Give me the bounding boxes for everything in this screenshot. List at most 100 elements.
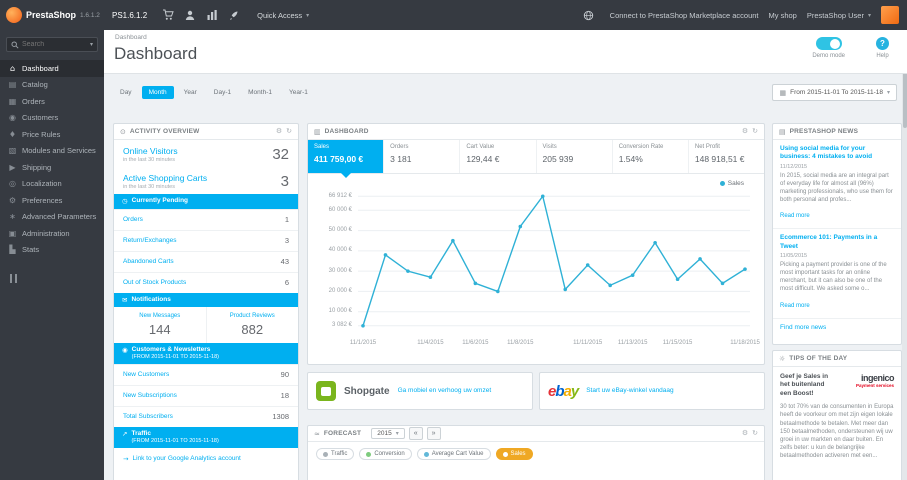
sidebar-item-modules[interactable]: ▧ Modules and Services (0, 143, 104, 160)
kpi-visits[interactable]: Visits 205 939 (535, 140, 612, 173)
sidebar-item-localization[interactable]: ◎ Localization (0, 176, 104, 193)
sidebar-item-stats[interactable]: ▙ Stats (0, 242, 104, 259)
news-article[interactable]: Using social media for your business: 4 … (773, 140, 901, 230)
panel-refresh-icon[interactable]: ↻ (752, 430, 758, 437)
panel-settings-icon[interactable]: ⚙ (742, 128, 748, 135)
kpi-value: 205 939 (542, 154, 574, 164)
google-analytics-link[interactable]: → Link to your Google Analytics account (114, 448, 298, 470)
stats-icon[interactable] (204, 7, 220, 23)
brand-home-link[interactable]: PrestaShop 1.6.1.2 (0, 7, 104, 23)
product-reviews-stat[interactable]: Product Reviews 882 (205, 306, 299, 343)
legend-dot-icon (423, 451, 429, 457)
user-menu[interactable]: PrestaShop User ▾ (807, 11, 871, 20)
panel-settings-icon[interactable]: ⚙ (276, 128, 282, 135)
kpi-orders[interactable]: Orders 3 181 (383, 140, 459, 173)
x-tick-label: 11/11/2015 (573, 340, 603, 346)
localization-icon: ◎ (9, 179, 16, 189)
legend-toggle-sales[interactable]: Sales (495, 448, 533, 460)
read-more-link[interactable]: Read more (780, 303, 810, 309)
next-year-button[interactable]: » (426, 427, 441, 440)
advanced-parameters-icon: ∗ (9, 212, 16, 222)
legend-toggle-average-cart-value[interactable]: Average Cart Value (416, 448, 491, 460)
quick-access-menu[interactable]: Quick Access ▾ (257, 11, 309, 20)
cart-icon[interactable] (160, 7, 176, 23)
legend-toggle-conversion[interactable]: Conversion (359, 448, 412, 460)
read-more-link[interactable]: Read more (780, 213, 810, 219)
x-tick-label: 11/13/2015 (617, 340, 648, 346)
sidebar-item-label: Stats (22, 245, 40, 255)
sidebar-item-label: Advanced Parameters (22, 212, 97, 222)
filter-tab-month-1[interactable]: Month-1 (241, 86, 279, 99)
article-excerpt: Picking a payment provider is one of the… (780, 262, 887, 293)
shopgate-promo-link[interactable]: Ga mobiel en verhoog uw omzet (398, 387, 492, 395)
filter-tab-day-1[interactable]: Day-1 (207, 86, 238, 99)
filter-tab-year-1[interactable]: Year-1 (282, 86, 315, 99)
sidebar-item-price-rules[interactable]: ♦ Price Rules (0, 126, 104, 143)
sidebar-item-advanced-parameters[interactable]: ∗ Advanced Parameters (0, 209, 104, 226)
marketplace-link[interactable]: Connect to PrestaShop Marketplace accoun… (610, 11, 759, 20)
help-icon[interactable]: ? (876, 37, 889, 50)
article-title[interactable]: Ecommerce 101: Payments in a Tweet (780, 234, 894, 251)
date-range-picker[interactable]: ▦ From 2015-11-01 To 2015-11-18 ▾ (772, 84, 897, 101)
sidebar-item-dashboard[interactable]: ⌂ Dashboard (0, 60, 104, 77)
customers-row-new-subscriptions[interactable]: New Subscriptions 18 (114, 384, 298, 406)
customers-row-total-subscribers[interactable]: Total Subscribers 1308 (114, 405, 298, 427)
pending-row-orders[interactable]: Orders 1 (114, 208, 298, 230)
pending-row-returns[interactable]: Return/Exchanges 3 (114, 229, 298, 251)
panel-refresh-icon[interactable]: ↻ (286, 128, 292, 135)
article-title[interactable]: Using social media for your business: 4 … (780, 145, 894, 162)
panel-refresh-icon[interactable]: ↻ (752, 128, 758, 135)
ebay-promo-link[interactable]: Start uw eBay-winkel vandaag (586, 387, 673, 395)
kpi-conversion-rate[interactable]: Conversion Rate 1.54% (611, 140, 688, 173)
quick-access-label: Quick Access (257, 10, 303, 20)
demo-mode-toggle[interactable] (815, 37, 842, 50)
kpi-cart-value[interactable]: Cart Value 129,44 € (459, 140, 535, 173)
pending-row-abandoned-carts[interactable]: Abandoned Carts 43 (114, 250, 298, 272)
legend-toggle-traffic[interactable]: Traffic (316, 448, 355, 460)
sidebar-collapse-button[interactable] (10, 272, 24, 284)
kpi-value: 148 918,51 € (694, 154, 745, 164)
home-icon: ⌂ (9, 63, 16, 73)
sidebar-item-preferences[interactable]: ⚙ Preferences (0, 192, 104, 209)
panel-settings-icon[interactable]: ⚙ (742, 430, 748, 437)
my-shop-link[interactable]: My shop (769, 11, 797, 20)
kpi-net-profit[interactable]: Net Profit 148 918,51 € (687, 140, 764, 173)
forecast-legend: Traffic Conversion Average Cart Value Sa… (308, 442, 764, 466)
legend-dot-icon (366, 451, 372, 457)
sidebar-item-catalog[interactable]: ▤ Catalog (0, 77, 104, 94)
dashboard-panel: ▥ DASHBOARD ⚙ ↻ Sales 411 759,00 € Orders… (307, 123, 765, 365)
page-scrollbar[interactable] (902, 30, 907, 480)
sidebar-item-customers[interactable]: ◉ Customers (0, 110, 104, 127)
pending-row-out-of-stock[interactable]: Out of Stock Products 6 (114, 271, 298, 293)
prestashop-logo (6, 7, 22, 23)
new-messages-stat[interactable]: New Messages 144 (114, 307, 206, 343)
prev-year-button[interactable]: « (408, 427, 423, 440)
rocket-icon[interactable] (226, 7, 242, 23)
sidebar-search[interactable]: ▾ (6, 37, 98, 52)
online-visitors-stat[interactable]: Online Visitors in the last 30 minutes 3… (114, 140, 298, 167)
traffic-icon: ↗ (122, 429, 128, 438)
avatar[interactable] (881, 6, 899, 24)
sidebar-item-shipping[interactable]: ▶ Shipping (0, 159, 104, 176)
row-value: 1 (284, 215, 289, 224)
kpi-sales[interactable]: Sales 411 759,00 € (308, 140, 384, 178)
customers-row-new-customers[interactable]: New Customers 90 (114, 363, 298, 385)
caret-down-icon: ▾ (395, 430, 399, 437)
filter-tab-day[interactable]: Day (113, 86, 139, 99)
shopgate-promo[interactable]: Shopgate Ga mobiel en verhoog uw omzet (307, 372, 533, 410)
news-article[interactable]: Ecommerce 101: Payments in a Tweet 11/05… (773, 229, 901, 319)
stat-value: 32 (272, 146, 289, 163)
year-select[interactable]: 2015 ▾ (371, 428, 405, 439)
y-tick-label: 20 000 € (328, 287, 352, 294)
active-carts-stat[interactable]: Active Shopping Carts in the last 30 min… (114, 167, 298, 194)
ebay-promo[interactable]: ebay Start uw eBay-winkel vandaag (539, 372, 765, 410)
row-value: 43 (280, 257, 289, 266)
profile-icon[interactable] (182, 7, 198, 23)
filter-tab-month[interactable]: Month (141, 86, 174, 99)
filter-tab-year[interactable]: Year (177, 86, 204, 99)
sidebar-item-orders[interactable]: ▦ Orders (0, 93, 104, 110)
shop-version-tag: PS1.6.1.2 (112, 10, 148, 20)
find-more-news-link[interactable]: Find more news (773, 319, 901, 336)
search-input[interactable] (22, 41, 87, 48)
sidebar-item-administration[interactable]: ▣ Administration (0, 225, 104, 242)
